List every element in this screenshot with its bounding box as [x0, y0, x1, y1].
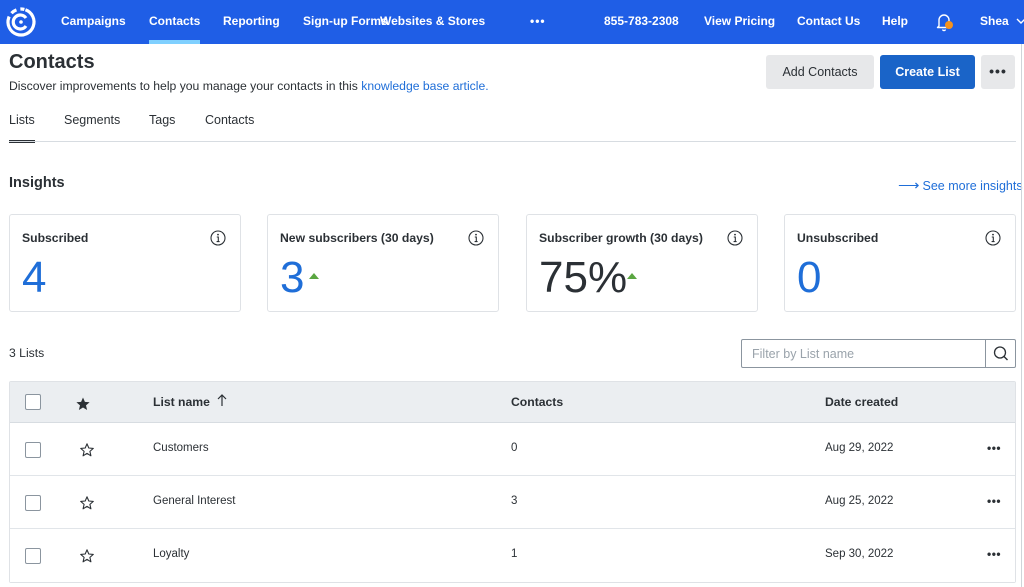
subtitle-text: Discover improvements to help you manage… [9, 79, 362, 93]
nav-campaigns[interactable]: Campaigns [61, 0, 126, 44]
star-outline-icon[interactable] [79, 548, 95, 564]
scrollbar[interactable] [1021, 44, 1022, 587]
column-header-contacts[interactable]: Contacts [511, 395, 563, 409]
list-name[interactable]: Customers [153, 442, 209, 454]
info-icon[interactable] [727, 230, 743, 246]
tab-lists[interactable]: Lists [9, 113, 35, 143]
filter-by-list-name-input[interactable] [742, 340, 986, 367]
list-contacts-count: 3 [511, 495, 518, 507]
info-icon[interactable] [985, 230, 1001, 246]
star-outline-icon[interactable] [79, 442, 95, 458]
table-header: List name Contacts Date created [10, 382, 1015, 423]
row-checkbox[interactable] [25, 442, 41, 458]
arrow-right-icon: ⟶ [898, 177, 920, 194]
insight-card-unsubscribed: Unsubscribed 0 [784, 214, 1016, 312]
card-label: Subscribed [22, 231, 89, 245]
nav-contact-us[interactable]: Contact Us [797, 0, 860, 44]
search-button[interactable] [985, 340, 1015, 367]
nav-more-button[interactable]: ••• [530, 0, 546, 44]
list-count: 3 Lists [9, 346, 45, 360]
list-date-created: Sep 30, 2022 [825, 548, 894, 560]
nav-signup-forms[interactable]: Sign-up Forms [303, 0, 388, 44]
tabs-divider [9, 141, 1016, 142]
create-list-button[interactable]: Create List [880, 55, 975, 89]
card-value: 4 [22, 253, 47, 302]
page-subtitle: Discover improvements to help you manage… [9, 79, 489, 93]
card-label: Subscriber growth (30 days) [539, 231, 703, 245]
list-contacts-count: 0 [511, 442, 518, 454]
star-filled-icon[interactable] [75, 396, 91, 412]
list-name[interactable]: General Interest [153, 495, 235, 507]
list-date-created: Aug 29, 2022 [825, 442, 894, 454]
info-icon[interactable] [468, 230, 484, 246]
card-label: New subscribers (30 days) [280, 231, 434, 245]
see-more-insights-link[interactable]: ⟶ See more insights [898, 176, 1023, 194]
list-date-created: Aug 25, 2022 [825, 495, 894, 507]
page-title: Contacts [9, 51, 95, 73]
card-value: 0 [797, 253, 822, 302]
table-row[interactable]: Customers 0 Aug 29, 2022 ••• [10, 423, 1015, 476]
insight-card-new-subscribers: New subscribers (30 days) 3 [267, 214, 499, 312]
nav-help[interactable]: Help [882, 0, 908, 44]
row-actions-button[interactable]: ••• [987, 547, 1001, 561]
notification-dot [945, 21, 953, 29]
search-icon [993, 346, 1008, 361]
row-actions-button[interactable]: ••• [987, 494, 1001, 508]
constant-contact-logo[interactable] [4, 4, 38, 38]
trend-up-icon [627, 273, 637, 279]
filter-box [741, 339, 1016, 368]
lists-table: List name Contacts Date created Customer… [9, 381, 1016, 583]
insight-card-subscriber-growth: Subscriber growth (30 days) 75% [526, 214, 758, 312]
list-contacts-count: 1 [511, 548, 518, 560]
card-value: 3 [280, 253, 305, 302]
nav-contacts[interactable]: Contacts [149, 0, 201, 44]
nav-reporting[interactable]: Reporting [223, 0, 280, 44]
knowledge-base-link[interactable]: knowledge base article. [361, 79, 488, 93]
column-header-date-created[interactable]: Date created [825, 395, 898, 409]
sort-ascending-icon[interactable] [216, 393, 228, 407]
see-more-label: See more insights [922, 179, 1023, 193]
chevron-down-icon[interactable] [1016, 16, 1024, 26]
card-value: 75% [539, 253, 628, 302]
select-all-checkbox[interactable] [25, 394, 41, 410]
add-contacts-button[interactable]: Add Contacts [766, 55, 874, 89]
tab-tags[interactable]: Tags [149, 113, 175, 127]
row-checkbox[interactable] [25, 495, 41, 511]
trend-up-icon [309, 273, 319, 279]
top-navigation: Campaigns Contacts Reporting Sign-up For… [0, 0, 1024, 44]
table-row[interactable]: Loyalty 1 Sep 30, 2022 ••• [10, 529, 1015, 582]
tab-contacts[interactable]: Contacts [205, 113, 254, 127]
row-actions-button[interactable]: ••• [987, 441, 1001, 455]
list-name[interactable]: Loyalty [153, 548, 189, 560]
column-header-list-name[interactable]: List name [153, 395, 210, 409]
insights-heading: Insights [9, 175, 65, 191]
tab-segments[interactable]: Segments [64, 113, 120, 127]
info-icon[interactable] [210, 230, 226, 246]
insight-card-subscribed: Subscribed 4 [9, 214, 241, 312]
row-checkbox[interactable] [25, 548, 41, 564]
star-outline-icon[interactable] [79, 495, 95, 511]
nav-phone-number[interactable]: 855-783-2308 [604, 0, 679, 44]
user-menu[interactable]: Shea [980, 0, 1009, 44]
more-actions-button[interactable]: ••• [981, 55, 1015, 89]
table-row[interactable]: General Interest 3 Aug 25, 2022 ••• [10, 476, 1015, 529]
nav-view-pricing[interactable]: View Pricing [704, 0, 775, 44]
card-label: Unsubscribed [797, 231, 879, 245]
nav-websites-stores[interactable]: Websites & Stores [380, 0, 485, 44]
